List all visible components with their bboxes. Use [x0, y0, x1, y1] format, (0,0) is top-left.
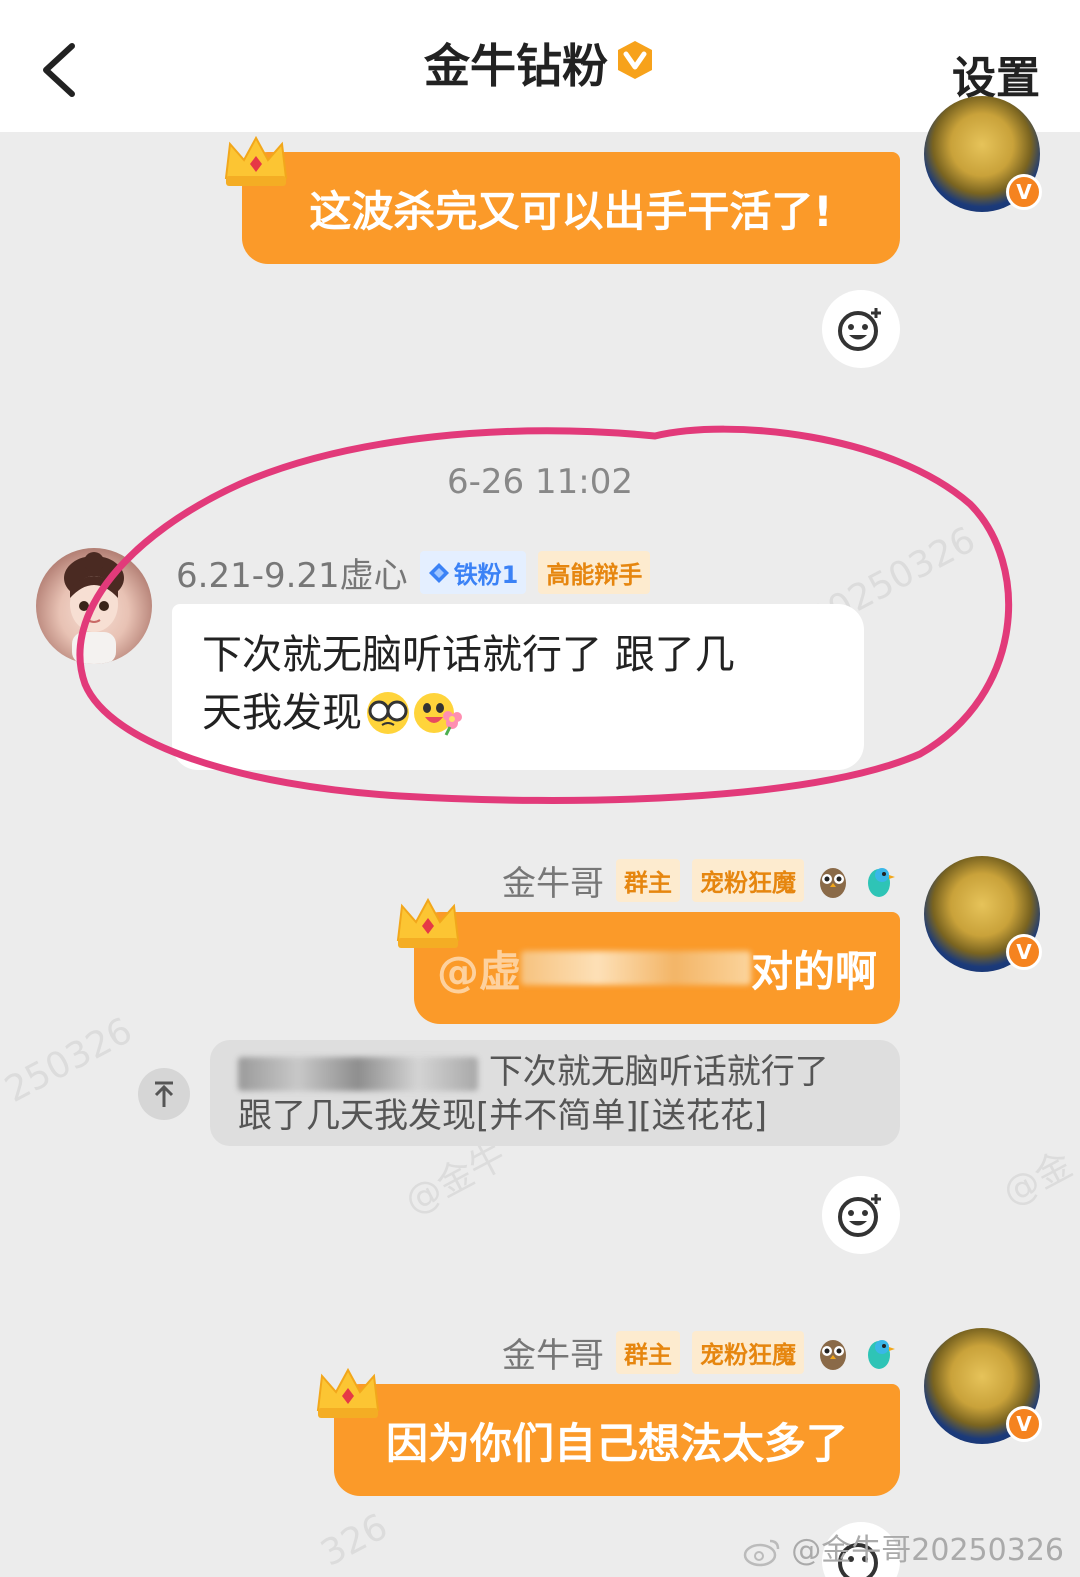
quote-text-line: 下次就无脑听话就行了 [488, 1052, 829, 1092]
add-reaction-button[interactable] [822, 290, 900, 368]
title-badge: 宠粉狂魔 [692, 859, 804, 902]
settings-button[interactable]: 设置 [952, 42, 1040, 106]
watermark-faint: 326 [314, 1506, 395, 1575]
weibo-watermark: @金牛哥20250326 [742, 1525, 1064, 1569]
avatar[interactable]: V [924, 856, 1042, 972]
emoji-add-icon [838, 1194, 881, 1237]
watermark-faint: @金 [996, 1144, 1080, 1215]
message-text: 这波杀完又可以出手干活了! [309, 186, 833, 236]
verified-v-icon: V [1006, 1406, 1042, 1442]
sender-name[interactable]: 金牛哥 [502, 856, 604, 905]
quoted-message[interactable]: 下次就无脑听话就行了 跟了几天我发现[并不简单][送花花] [210, 1040, 900, 1146]
message-bubble[interactable]: @虚 对的啊 [414, 912, 900, 1024]
redacted-text [521, 951, 751, 985]
owner-badge: 群主 [616, 859, 680, 902]
crown-icon [396, 897, 460, 948]
quote-line-wrap: 下次就无脑听话就行了 [238, 1050, 872, 1094]
avatar[interactable]: V [924, 1328, 1042, 1444]
bird-icon [868, 867, 895, 897]
highlight-circle-annotation [76, 425, 1013, 804]
title-badge: 宠粉狂魔 [692, 1331, 804, 1374]
verified-v-icon: V [1006, 934, 1042, 970]
sender-info: 金牛哥 群主 宠粉狂魔 [502, 856, 896, 905]
chat-title-wrap: 金牛钻粉 [0, 30, 1080, 96]
sender-name[interactable]: 金牛哥 [502, 1328, 604, 1377]
message-text: 对的啊 [751, 946, 878, 996]
redacted-text [238, 1056, 478, 1091]
owl-icon [820, 867, 846, 898]
watermark-text: @金牛哥20250326 [791, 1533, 1064, 1568]
emoji-add-icon [838, 308, 881, 351]
arrow-up-icon [154, 1081, 174, 1107]
crown-icon [224, 135, 288, 186]
owner-badge: 群主 [616, 1331, 680, 1374]
verified-v-icon [614, 38, 656, 92]
weibo-icon [743, 1539, 779, 1566]
message-text: 因为你们自己想法太多了 [385, 1418, 848, 1468]
sender-info: 金牛哥 群主 宠粉狂魔 [502, 1328, 896, 1377]
add-reaction-button[interactable] [822, 1176, 900, 1254]
jump-to-quote-button[interactable] [138, 1068, 190, 1120]
crown-icon [316, 1367, 380, 1418]
message-bubble[interactable]: 这波杀完又可以出手干活了! [242, 152, 900, 264]
verified-v-icon: V [1006, 174, 1042, 210]
message-bubble[interactable]: 因为你们自己想法太多了 [334, 1384, 900, 1496]
avatar[interactable]: V [924, 96, 1042, 212]
quote-text-line: 跟了几天我发现[并不简单][送花花] [238, 1096, 768, 1136]
watermark-faint: 250326 [0, 1010, 140, 1111]
owl-icon [820, 1339, 846, 1370]
bird-icon [868, 1339, 895, 1369]
chat-header: 金牛钻粉 设置 [0, 0, 1080, 132]
chat-title: 金牛钻粉 [424, 39, 608, 93]
